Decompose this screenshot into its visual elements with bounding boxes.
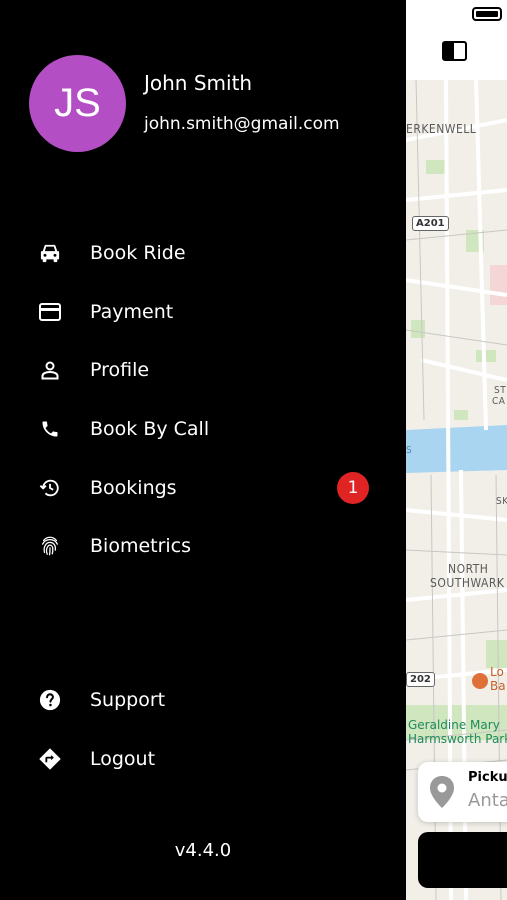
- map-label-clerkenwell: ERKENWELL: [406, 122, 477, 136]
- menu-item-support[interactable]: Support: [0, 675, 406, 725]
- help-circle-icon: [37, 687, 63, 713]
- menu-item-book-by-call[interactable]: Book By Call: [0, 404, 406, 454]
- road-shield-a201: A201: [412, 216, 449, 231]
- menu-item-book-ride[interactable]: Book Ride: [0, 228, 406, 278]
- road-shield-a202: 202: [406, 672, 435, 687]
- menu-item-label: Bookings: [90, 477, 177, 499]
- pickup-label: Pickup: [468, 770, 507, 785]
- poi-ba: Ba: [490, 679, 506, 693]
- poi-geraldine-line2: Harmsworth Park: [408, 732, 507, 746]
- map-label-st: ST: [494, 385, 507, 396]
- user-email: john.smith@gmail.com: [144, 114, 340, 134]
- history-icon: [37, 475, 63, 501]
- menu-item-label: Book Ride: [90, 242, 186, 264]
- menu-item-payment[interactable]: Payment: [0, 287, 406, 337]
- poi-lo: Lo: [490, 665, 504, 679]
- background-app: ERKENWELL A201 ST CA S SK NORTH SOUTHWAR…: [406, 0, 507, 900]
- menu-item-label: Profile: [90, 359, 150, 381]
- menu-item-label: Book By Call: [90, 418, 210, 440]
- menu-item-bookings[interactable]: Bookings 1: [0, 463, 406, 513]
- app-version: v4.4.0: [174, 840, 232, 861]
- poi-marker-icon: [472, 673, 488, 689]
- bookings-count-badge: 1: [337, 472, 369, 504]
- map-label-north: NORTH: [448, 562, 489, 576]
- map-label-ca: CA: [492, 396, 506, 407]
- pickup-value: Anta: [468, 790, 507, 811]
- menu-item-label: Logout: [90, 748, 156, 770]
- battery-icon: [472, 7, 502, 21]
- sidebar-toggle-icon[interactable]: [442, 41, 467, 61]
- menu-item-label: Biometrics: [90, 535, 192, 557]
- menu-item-logout[interactable]: Logout: [0, 734, 406, 784]
- poi-geraldine-line1: Geraldine Mary: [408, 718, 500, 732]
- pickup-card[interactable]: Pickup Anta: [418, 762, 507, 822]
- menu-item-label: Support: [90, 689, 166, 711]
- confirm-button[interactable]: [418, 832, 507, 888]
- menu-item-biometrics[interactable]: Biometrics: [0, 521, 406, 571]
- map-label-s: S: [406, 445, 413, 456]
- car-icon: [37, 240, 63, 266]
- menu-item-profile[interactable]: Profile: [0, 345, 406, 395]
- directions-icon: [37, 746, 63, 772]
- avatar[interactable]: JS: [29, 55, 126, 152]
- map-label-sk: SK: [496, 496, 507, 507]
- location-pin-icon: [430, 776, 454, 808]
- map-label-southwark: SOUTHWARK: [430, 576, 505, 590]
- navigation-drawer: JS John Smith john.smith@gmail.com Book …: [0, 0, 406, 900]
- app-header: [406, 38, 507, 80]
- status-bar: [406, 0, 507, 38]
- menu-item-label: Payment: [90, 301, 174, 323]
- credit-card-icon: [37, 299, 63, 325]
- person-icon: [37, 357, 63, 383]
- fingerprint-icon: [37, 533, 63, 559]
- user-name: John Smith: [144, 71, 253, 95]
- phone-icon: [37, 416, 63, 442]
